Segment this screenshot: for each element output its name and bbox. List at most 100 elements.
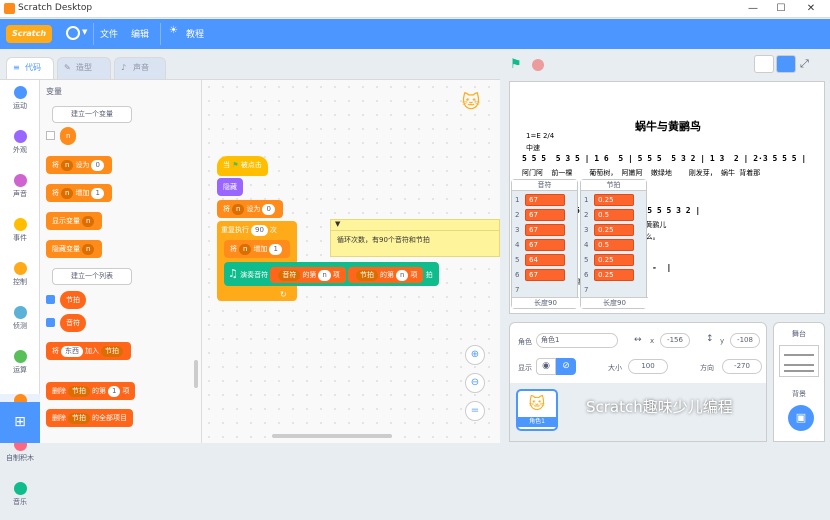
list-checkbox[interactable] [46,318,55,327]
var-dropdown[interactable]: n [82,216,95,227]
list-item[interactable]: 67 [525,209,565,221]
size-input[interactable]: 100 [628,359,668,374]
show-eye-icon[interactable]: ◉ [536,358,556,375]
value-input[interactable]: 0 [262,204,275,215]
sprite-name-input[interactable]: 角色1 [536,333,618,348]
list-item[interactable]: 67 [525,224,565,236]
list-monitor-beats[interactable]: 节拍 1 0.25 2 0.5 3 0.25 4 0.5 5 0.25 6 0.25 7 长度90 [580,179,648,309]
category-3[interactable]: 事件 [0,218,40,256]
menu-file[interactable]: 文件 [100,27,118,40]
list-item[interactable]: 0.25 [594,254,634,266]
list-item[interactable]: 67 [525,239,565,251]
list-item[interactable]: 64 [525,254,565,266]
value-input[interactable]: 东西 [61,346,83,357]
normal-stage-button[interactable] [776,55,796,73]
note-item-reporter[interactable]: 音符 的第 n 项 [270,267,346,283]
list-item[interactable]: 0.25 [594,224,634,236]
zoom-out-icon[interactable]: ⊖ [465,373,485,393]
value-input[interactable]: 0 [91,160,104,171]
list-dropdown[interactable]: 节拍 [356,270,379,281]
var-dropdown[interactable]: n [61,160,74,171]
sprite-thumbnail[interactable]: 🐱 角色1 [516,389,558,431]
list-beat-reporter[interactable]: 节拍 [60,291,86,309]
change-variable-block[interactable]: 将 n 增加 1 [46,184,112,202]
beat-item-reporter[interactable]: 节拍 的第 n 项 [348,267,424,283]
delete-all-block[interactable]: 删除 节拍 的全部项目 [46,409,133,427]
zoom-in-icon[interactable]: ⊕ [465,345,485,365]
tab-sound[interactable]: ♪ 声音 [114,57,166,79]
list-item[interactable]: 0.5 [594,239,634,251]
direction-input[interactable]: -270 [722,359,762,374]
globe-icon[interactable] [66,26,80,40]
small-stage-button[interactable] [754,55,774,73]
category-6[interactable]: 运算 [0,350,40,388]
list-checkbox[interactable] [46,295,55,304]
set-n-block[interactable]: 将 n 设为 0 [217,200,283,218]
chevron-down-icon[interactable]: ▼ [82,28,87,36]
stage[interactable]: 蜗牛与黄鹂鸟 1=E 2/4 中速 5 5 5 5 3 5 | 1 6 5 | … [509,81,825,314]
menu-tutorial[interactable]: 教程 [186,27,204,40]
x-input[interactable]: -156 [660,333,690,348]
category-4[interactable]: 控制 [0,262,40,300]
delete-item-block[interactable]: 删除 节拍 的第 1 项 [46,382,136,400]
index-input[interactable]: n [396,270,409,281]
list-item[interactable]: 0.5 [594,209,634,221]
hide-eye-icon[interactable]: ⊘ [556,358,576,375]
category-9[interactable]: 音乐 [0,482,40,520]
green-flag-icon[interactable]: ⚑ [510,57,522,72]
play-note-block[interactable]: ♫ 演奏音符 音符 的第 n 项 节拍 的第 n 项 拍 [224,262,439,286]
fullscreen-icon[interactable]: ⤢ [800,57,809,71]
make-list-button[interactable]: 建立一个列表 [52,268,132,285]
var-dropdown[interactable]: n [61,188,74,199]
variable-checkbox[interactable] [46,131,55,140]
index-input[interactable]: n [318,270,331,281]
lightbulb-icon[interactable]: ☀ [169,25,178,36]
var-n-reporter[interactable]: n [60,127,77,145]
script-comment[interactable]: ▼ 循环次数，有90个音符和节拍 [330,219,500,257]
tab-costume[interactable]: ✎ 造型 [57,57,111,79]
list-note-reporter[interactable]: 音符 [60,314,86,332]
palette-scrollbar[interactable] [194,360,198,388]
show-variable-block[interactable]: 显示变量 n [46,212,103,230]
choose-backdrop-icon[interactable]: ▣ [788,405,814,431]
hide-variable-block[interactable]: 隐藏变量 n [46,240,103,258]
make-variable-button[interactable]: 建立一个变量 [52,106,132,123]
set-variable-block[interactable]: 将 n 设为 0 [46,156,112,174]
var-dropdown[interactable]: n [82,244,95,255]
category-0[interactable]: 运动 [0,86,40,124]
scratch-logo[interactable]: Scratch [6,25,52,43]
y-input[interactable]: -108 [730,333,760,348]
list-dropdown[interactable]: 节拍 [68,413,90,424]
when-flag-clicked-block[interactable]: 当 ⚑ 被点击 [217,156,268,176]
minimize-button[interactable]: — [746,2,760,15]
list-monitor-notes[interactable]: 音符 1 67 2 67 3 67 4 67 5 64 6 67 7 长度90 [511,179,579,309]
category-2[interactable]: 声音 [0,174,40,212]
category-1[interactable]: 外观 [0,130,40,168]
maximize-button[interactable]: ☐ [774,2,788,15]
list-dropdown[interactable]: 节拍 [101,346,123,357]
category-5[interactable]: 侦测 [0,306,40,344]
zoom-reset-icon[interactable]: = [465,401,485,421]
list-item[interactable]: 67 [525,269,565,281]
list-item[interactable]: 67 [525,194,565,206]
value-input[interactable]: 1 [91,188,104,199]
var-dropdown[interactable]: n [239,244,252,255]
list-dropdown[interactable]: 节拍 [68,386,90,397]
add-extension-button[interactable]: ⊞ [0,402,40,443]
close-button[interactable]: ✕ [804,2,818,15]
var-dropdown[interactable]: n [232,204,245,215]
list-dropdown[interactable]: 音符 [278,270,301,281]
tab-code[interactable]: ≡ 代码 [6,57,54,79]
add-to-list-block[interactable]: 将东西 加入 节拍 [46,342,131,360]
list-item[interactable]: 0.25 [594,194,634,206]
hide-block[interactable]: 隐藏 [217,178,243,196]
stop-icon[interactable] [532,59,544,71]
category-8[interactable]: 自制积木 [0,438,40,476]
script-scrollbar[interactable] [272,434,392,438]
menu-edit[interactable]: 编辑 [131,27,149,40]
value-input[interactable]: 1 [108,386,121,397]
stage-selector[interactable]: 舞台 背景 ▣ [773,322,825,442]
list-item[interactable]: 0.25 [594,269,634,281]
value-input[interactable]: 1 [269,244,282,255]
backdrop-thumbnail[interactable] [779,345,819,377]
